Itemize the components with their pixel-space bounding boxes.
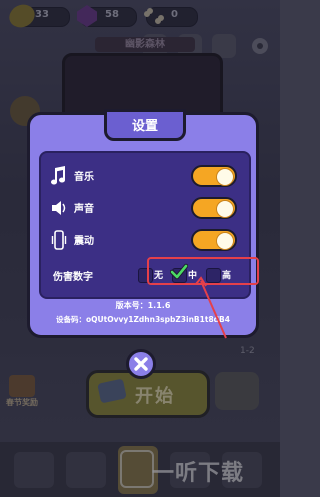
damage-number-label: 伤害数字 <box>53 272 93 283</box>
vibration-phone-icon <box>51 230 67 250</box>
music-note-icon <box>51 166 67 186</box>
settings-panel: 音乐 声音 震动 伤害数字 无 中 高 <box>39 151 259 299</box>
music-label: 音乐 <box>74 172 94 183</box>
highlight-box <box>147 257 259 285</box>
sound-label: 声音 <box>74 204 94 215</box>
speaker-icon <box>51 198 67 218</box>
toggle-knob <box>216 200 234 218</box>
settings-dialog: 设置 音乐 声音 震动 伤害数字 无 中 高 版本号：1.1.6 设备码：oQU… <box>27 109 259 338</box>
close-button[interactable] <box>126 349 156 379</box>
toggle-knob <box>216 232 234 250</box>
version-text: 版本号：1.1.6 <box>115 301 171 310</box>
vibration-toggle[interactable] <box>191 229 237 251</box>
dialog-title: 设置 <box>131 119 158 134</box>
vibration-row: 震动 <box>41 227 249 253</box>
close-icon <box>134 357 148 371</box>
title-plate: 设置 <box>104 109 186 141</box>
sound-toggle[interactable] <box>191 197 237 219</box>
toggle-knob <box>216 168 234 186</box>
vibration-label: 震动 <box>74 236 94 247</box>
damage-number-row: 伤害数字 无 中 高 <box>41 257 259 288</box>
music-toggle[interactable] <box>191 165 237 187</box>
music-row: 音乐 <box>41 163 249 189</box>
device-code-text: 设备码：oQUtOvvy1Zdhn3spbZ3inB1t8dB4 <box>56 315 230 324</box>
sound-row: 声音 <box>41 195 249 221</box>
